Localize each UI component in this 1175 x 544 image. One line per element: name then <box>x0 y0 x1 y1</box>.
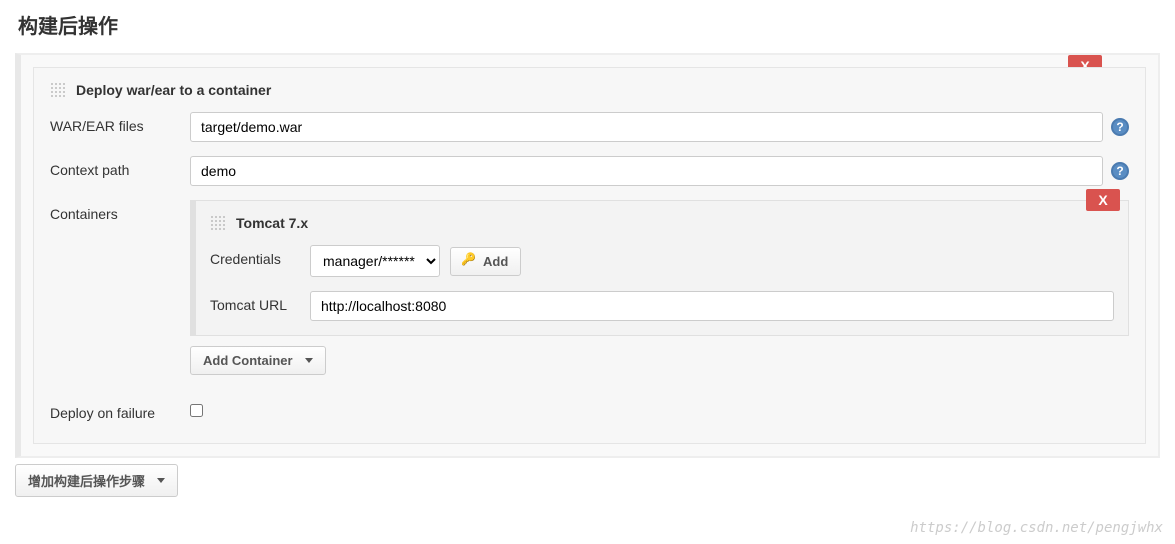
credentials-label: Credentials <box>210 245 310 267</box>
page-title: 构建后操作 <box>0 0 1175 53</box>
container-title: Tomcat 7.x <box>236 215 308 231</box>
add-post-build-step-button[interactable]: 增加构建后操作步骤 <box>15 464 178 497</box>
tomcat-url-row: Tomcat URL <box>210 291 1114 321</box>
credentials-row: Credentials manager/****** Add <box>210 245 1114 277</box>
add-post-build-step-label: 增加构建后操作步骤 <box>28 471 145 490</box>
container-header: Tomcat 7.x <box>210 215 1114 231</box>
context-path-row: Context path ? <box>50 156 1129 186</box>
section-title: Deploy war/ear to a container <box>76 82 271 98</box>
context-path-input[interactable] <box>190 156 1103 186</box>
add-credentials-button[interactable]: Add <box>450 247 521 276</box>
key-icon <box>463 256 477 266</box>
add-container-button[interactable]: Add Container <box>190 346 326 375</box>
deploy-on-failure-label: Deploy on failure <box>50 399 190 421</box>
deploy-section: Deploy war/ear to a container WAR/EAR fi… <box>33 67 1146 444</box>
war-ear-row: WAR/EAR files ? <box>50 112 1129 142</box>
war-ear-label: WAR/EAR files <box>50 112 190 134</box>
deploy-on-failure-row: Deploy on failure <box>50 393 1129 425</box>
drag-handle-icon[interactable] <box>210 215 226 231</box>
post-build-panel: X Deploy war/ear to a container WAR/EAR … <box>15 53 1160 458</box>
help-icon[interactable]: ? <box>1111 162 1129 180</box>
containers-label: Containers <box>50 200 190 222</box>
tomcat-url-input[interactable] <box>310 291 1114 321</box>
help-icon[interactable]: ? <box>1111 118 1129 136</box>
add-container-label: Add Container <box>203 353 293 368</box>
containers-row: Containers X Tomcat 7.x Credentials mana… <box>50 200 1129 375</box>
tomcat-url-label: Tomcat URL <box>210 291 310 313</box>
add-credentials-label: Add <box>483 254 508 269</box>
section-header: Deploy war/ear to a container <box>50 82 1129 98</box>
credentials-select[interactable]: manager/****** <box>310 245 440 277</box>
war-ear-input[interactable] <box>190 112 1103 142</box>
watermark-text: https://blog.csdn.net/pengjwhx <box>910 520 1163 536</box>
close-container-button[interactable]: X <box>1086 189 1120 211</box>
drag-handle-icon[interactable] <box>50 82 66 98</box>
container-panel: X Tomcat 7.x Credentials manager/****** <box>190 200 1129 336</box>
context-path-label: Context path <box>50 156 190 178</box>
deploy-on-failure-checkbox[interactable] <box>190 404 203 417</box>
